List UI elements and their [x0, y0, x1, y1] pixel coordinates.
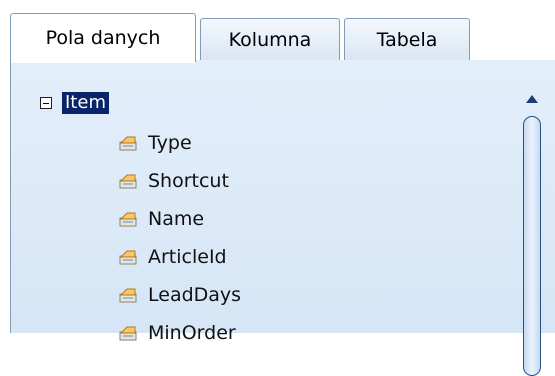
scroll-thumb[interactable]	[523, 116, 541, 376]
tree-item-type[interactable]: Type	[118, 124, 241, 162]
field-icon	[118, 286, 140, 304]
tree-item-label: Shortcut	[148, 170, 229, 192]
tree-children: Type Shortcut Name ArticleId LeadDays Mi…	[118, 124, 241, 352]
tree-item-label: Type	[148, 132, 192, 154]
tree-item-leaddays[interactable]: LeadDays	[118, 276, 241, 314]
vertical-scrollbar[interactable]	[518, 86, 546, 376]
tree-item-label: ArticleId	[148, 246, 227, 268]
field-icon	[118, 134, 140, 152]
tree-node-item[interactable]: Item	[40, 92, 109, 114]
tree-item-label: MinOrder	[148, 322, 236, 344]
tree-item-minorder[interactable]: MinOrder	[118, 314, 241, 352]
tab-tabela[interactable]: Tabela	[344, 18, 470, 60]
tree-item-label: LeadDays	[148, 284, 242, 306]
tab-label: Kolumna	[228, 28, 312, 51]
field-icon	[118, 324, 140, 342]
tab-pola-danych[interactable]: Pola danych	[10, 13, 196, 63]
tab-strip: Pola danych Kolumna Tabela	[0, 0, 555, 63]
tab-kolumna[interactable]: Kolumna	[200, 18, 340, 60]
tree-item-shortcut[interactable]: Shortcut	[118, 162, 241, 200]
field-icon	[118, 172, 140, 190]
tree-item-articleid[interactable]: ArticleId	[118, 238, 241, 276]
tree-item-name[interactable]: Name	[118, 200, 241, 238]
field-icon	[118, 248, 140, 266]
tree-node-label[interactable]: Item	[62, 92, 109, 114]
tree-item-label: Name	[148, 208, 205, 230]
scroll-up-arrow-icon[interactable]	[518, 86, 546, 112]
collapse-icon[interactable]	[40, 97, 52, 109]
data-fields-panel: Pola danych Kolumna Tabela Item Type Sho…	[0, 0, 555, 376]
tab-label: Pola danych	[45, 27, 161, 49]
field-icon	[118, 210, 140, 228]
tab-label: Tabela	[376, 28, 438, 51]
